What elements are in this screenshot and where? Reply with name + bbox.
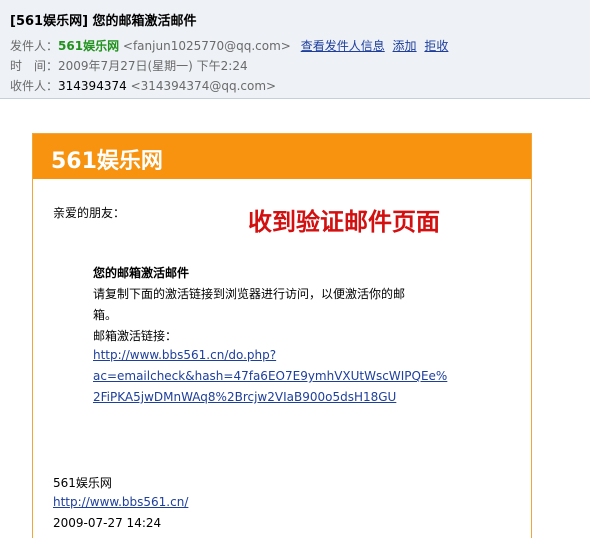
view-sender-info-link[interactable]: 查看发件人信息: [301, 39, 385, 53]
email-header: [561娱乐网] 您的邮箱激活邮件 发件人：561娱乐网 <fanjun1025…: [0, 0, 590, 99]
from-row: 发件人：561娱乐网 <fanjun1025770@qq.com> 查看发件人信…: [10, 37, 448, 54]
overlay-caption: 收到验证邮件页面: [248, 207, 440, 236]
time-label: 时 间：: [10, 59, 59, 73]
recipient-email: <314394374@qq.com>: [130, 79, 277, 93]
body-title: 您的邮箱激活邮件: [93, 266, 190, 280]
brand-logo-text: 561娱乐网: [51, 149, 163, 174]
email-body-card: 561娱乐网 亲爱的朋友： 收到验证邮件页面 您的邮箱激活邮件 请复制下面的激活…: [32, 133, 532, 538]
signature-name: 561娱乐网: [53, 476, 112, 490]
body-instruction-line1: 请复制下面的激活链接到浏览器进行访问，以便激活你的邮: [93, 287, 406, 301]
body-instruction-line2: 箱。: [93, 308, 118, 322]
brand-banner: 561娱乐网: [33, 134, 531, 179]
sender-name: 561娱乐网: [58, 39, 120, 53]
signature-date: 2009-07-27 14:24: [53, 516, 162, 530]
add-sender-link[interactable]: 添加: [393, 39, 417, 53]
sender-email: <fanjun1025770@qq.com>: [122, 39, 291, 53]
time-row: 时 间：2009年7月27日(星期一) 下午2:24: [10, 57, 248, 74]
signature-url-link[interactable]: http://www.bbs561.cn/: [53, 495, 188, 509]
from-label: 发件人：: [10, 39, 59, 53]
greeting: 亲爱的朋友：: [53, 206, 126, 220]
reject-sender-link[interactable]: 拒收: [424, 39, 448, 53]
activation-link-line2[interactable]: ac=emailcheck&hash=47fa6EO7E9ymhVXUtWscW…: [93, 369, 447, 383]
email-subject: [561娱乐网] 您的邮箱激活邮件: [10, 14, 197, 29]
activation-link-label: 邮箱激活链接：: [93, 329, 178, 343]
recipient-name: 314394374: [58, 79, 127, 93]
to-row: 收件人：314394374 <314394374@qq.com>: [10, 77, 276, 94]
time-value: 2009年7月27日(星期一) 下午2:24: [58, 59, 248, 73]
activation-link-line3[interactable]: 2FiPKA5jwDMnWAq8%2Brcjw2VIaB900o5dsH18GU: [93, 390, 396, 404]
to-label: 收件人：: [10, 79, 59, 93]
activation-link-line1[interactable]: http://www.bbs561.cn/do.php?: [93, 348, 276, 362]
